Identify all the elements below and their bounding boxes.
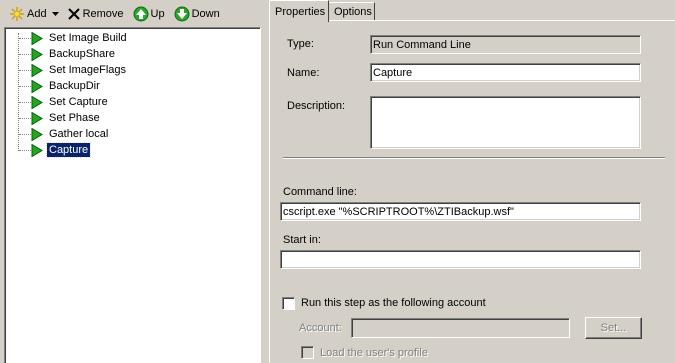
remove-button[interactable]: Remove bbox=[64, 3, 127, 25]
tree-item[interactable]: BackupDir bbox=[19, 78, 102, 94]
name-label: Name: bbox=[287, 67, 320, 79]
down-button[interactable]: Down bbox=[171, 3, 223, 25]
tree-item-label: Gather local bbox=[49, 128, 109, 140]
load-profile-label: Load the user's profile bbox=[320, 347, 428, 359]
tab-options-label: Options bbox=[334, 6, 372, 18]
dropdown-arrow-icon[interactable] bbox=[51, 10, 60, 18]
arrow-up-icon bbox=[133, 6, 149, 21]
tree-item-label: Set Phase bbox=[49, 112, 100, 124]
set-button: Set... bbox=[585, 317, 642, 339]
account-field bbox=[351, 318, 570, 338]
run-step-icon bbox=[31, 143, 43, 157]
tab-options[interactable]: Options bbox=[328, 2, 375, 21]
run-step-icon bbox=[31, 63, 43, 77]
up-button-label: Up bbox=[150, 7, 165, 20]
set-button-label: Set... bbox=[600, 322, 627, 334]
add-icon bbox=[10, 6, 24, 21]
toolbar: Add Remove Up Down bbox=[0, 0, 265, 27]
description-field[interactable] bbox=[370, 96, 641, 149]
add-button-label: Add bbox=[27, 7, 47, 20]
add-button[interactable]: Add bbox=[6, 3, 63, 25]
start-in-field[interactable] bbox=[280, 250, 641, 269]
tree-item-label: BackupDir bbox=[49, 80, 100, 92]
tree-item-label: Set Image Build bbox=[49, 32, 127, 44]
run-as-label: Run this step as the following account bbox=[301, 297, 486, 309]
type-field: Run Command Line bbox=[370, 35, 641, 54]
tree-item-selected[interactable]: Capture bbox=[19, 142, 92, 158]
load-profile-checkbox bbox=[301, 346, 314, 359]
tree-item[interactable]: Set ImageFlags bbox=[19, 62, 128, 78]
tree-item[interactable]: Gather local bbox=[19, 126, 110, 142]
run-step-icon bbox=[31, 79, 43, 93]
type-label: Type: bbox=[287, 38, 314, 50]
tab-properties-label: Properties bbox=[275, 5, 326, 18]
tree-item-label: Set ImageFlags bbox=[49, 64, 127, 76]
run-step-icon bbox=[31, 111, 43, 125]
command-line-label: Command line: bbox=[283, 186, 357, 198]
tab-strip: Properties Options bbox=[269, 0, 675, 22]
tree-item[interactable]: Set Capture bbox=[19, 94, 110, 110]
tree-item-label: Capture bbox=[45, 142, 92, 158]
tree-item-label: BackupShare bbox=[49, 48, 116, 60]
type-value: Run Command Line bbox=[373, 39, 471, 51]
task-sequence-tree[interactable]: Set Image Build BackupShare Set ImageFla… bbox=[4, 27, 261, 363]
description-label: Description: bbox=[287, 100, 346, 112]
run-step-icon bbox=[31, 127, 43, 141]
run-step-icon bbox=[31, 47, 43, 61]
name-field[interactable]: Capture bbox=[370, 63, 641, 82]
run-step-icon bbox=[31, 95, 43, 109]
tab-properties[interactable]: Properties bbox=[269, 0, 329, 22]
arrow-down-icon bbox=[174, 6, 190, 21]
remove-button-label: Remove bbox=[82, 7, 124, 20]
command-line-field[interactable]: cscript.exe "%SCRIPTROOT%\ZTIBackup.wsf" bbox=[280, 202, 641, 221]
remove-icon bbox=[67, 7, 80, 20]
account-label: Account: bbox=[299, 322, 342, 334]
separator bbox=[283, 157, 665, 159]
command-line-value: cscript.exe "%SCRIPTROOT%\ZTIBackup.wsf" bbox=[283, 206, 514, 218]
name-value: Capture bbox=[373, 67, 413, 79]
run-as-checkbox[interactable] bbox=[282, 297, 295, 310]
task-sequence-pane: Add Remove Up Down Set Image Build Backu… bbox=[0, 0, 265, 363]
tree-item[interactable]: Set Phase bbox=[19, 110, 102, 126]
up-button[interactable]: Up bbox=[130, 3, 168, 25]
tree-item-label: Set Capture bbox=[49, 96, 108, 108]
down-button-label: Down bbox=[191, 7, 220, 20]
tree-item[interactable]: Set Image Build bbox=[19, 30, 129, 46]
run-step-icon bbox=[31, 31, 43, 45]
tree-item[interactable]: BackupShare bbox=[19, 46, 117, 62]
start-in-label: Start in: bbox=[283, 234, 321, 246]
